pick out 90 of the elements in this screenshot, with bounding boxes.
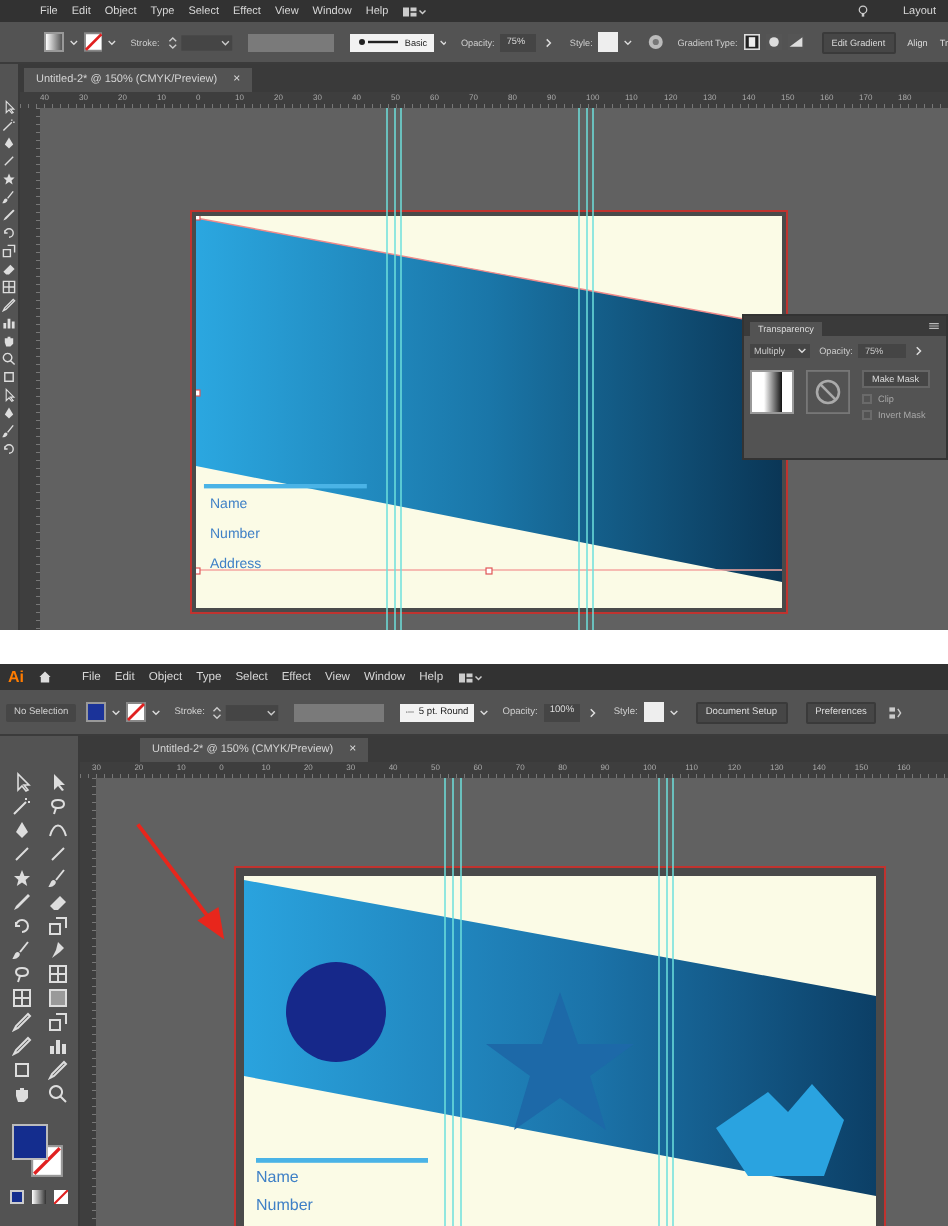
workspace-switcher-icon[interactable] [457, 671, 484, 683]
caret-icon[interactable] [669, 709, 678, 715]
brush-icon[interactable] [47, 868, 67, 888]
brush-icon[interactable] [2, 190, 16, 204]
stroke-weight-field[interactable] [210, 703, 281, 721]
line-icon[interactable] [2, 154, 16, 168]
card-text: Name [256, 1168, 301, 1188]
caret-icon[interactable] [439, 39, 447, 45]
hand-icon[interactable] [11, 1084, 31, 1104]
caret-icon[interactable] [108, 39, 117, 45]
rotate-icon[interactable] [11, 916, 31, 936]
line-icon[interactable] [47, 844, 67, 864]
rotate-icon[interactable] [2, 226, 16, 240]
style-swatch[interactable] [598, 32, 619, 52]
search-icon[interactable] [2, 352, 16, 366]
anchor-point[interactable] [196, 567, 201, 575]
stroke-profile-icon [356, 38, 401, 46]
circle-shape [286, 962, 386, 1062]
variable-width-field[interactable] [247, 33, 335, 51]
wand-icon[interactable] [2, 118, 16, 132]
stroke-swatch[interactable] [83, 32, 103, 52]
none-mode-icon[interactable] [54, 1190, 68, 1204]
pen-icon[interactable] [2, 136, 16, 150]
pointer-icon[interactable] [2, 100, 16, 114]
rotate-icon[interactable] [2, 442, 16, 456]
card-text: Number [256, 1196, 313, 1216]
fill-swatch[interactable] [12, 1124, 48, 1160]
variable-width-field[interactable] [294, 703, 385, 721]
scale-icon[interactable] [2, 244, 16, 258]
linear-gradient-icon[interactable] [743, 34, 760, 50]
pen-icon[interactable] [11, 820, 31, 840]
search-icon[interactable] [47, 1084, 67, 1104]
grid-icon[interactable] [47, 964, 67, 984]
caret-icon[interactable] [112, 709, 121, 715]
square-icon[interactable] [11, 1060, 31, 1080]
stroke-swatch[interactable] [126, 702, 147, 722]
chevron-icon[interactable] [916, 346, 923, 356]
hand-icon[interactable] [2, 334, 16, 348]
wand-icon[interactable] [11, 796, 31, 816]
pointer-icon[interactable] [11, 772, 31, 792]
menu-icon[interactable] [928, 322, 940, 330]
freeform-gradient-icon[interactable] [787, 34, 804, 50]
anchor-point[interactable] [485, 567, 493, 575]
object-thumbnail [750, 370, 794, 414]
stroke-profile-icon [406, 708, 415, 716]
pencil-icon[interactable] [11, 892, 31, 912]
chart-icon[interactable] [2, 316, 16, 330]
lightbulb-icon[interactable] [858, 4, 869, 18]
caret-icon[interactable] [69, 39, 78, 45]
brush-icon[interactable] [11, 940, 31, 960]
pen-icon[interactable] [2, 406, 16, 420]
caret-icon[interactable] [152, 709, 161, 715]
panel-toggle-icon[interactable] [888, 705, 903, 719]
lasso-icon[interactable] [11, 964, 31, 984]
gradient-mode-icon[interactable] [32, 1190, 46, 1204]
caret-icon[interactable] [624, 39, 632, 45]
lasso-icon[interactable] [47, 796, 67, 816]
no-mask-icon [806, 370, 850, 414]
scale-icon[interactable] [47, 1012, 67, 1032]
pointer-icon[interactable] [2, 388, 16, 402]
scale-icon[interactable] [47, 916, 67, 936]
star-icon[interactable] [11, 868, 31, 888]
anchor-point[interactable] [196, 389, 201, 397]
chevron-icon[interactable] [545, 37, 552, 47]
grid-icon[interactable] [2, 280, 16, 294]
workspace-switcher-icon[interactable] [402, 5, 429, 17]
gradient-icon[interactable] [47, 988, 67, 1008]
fill-swatch[interactable] [44, 32, 64, 52]
grid-icon[interactable] [11, 988, 31, 1008]
app-logo: Ai [8, 668, 24, 686]
stroke-weight-field[interactable] [165, 33, 234, 51]
style-swatch[interactable] [643, 702, 664, 722]
eraser-icon[interactable] [2, 262, 16, 276]
chevron-icon[interactable] [589, 707, 596, 717]
eraser-icon[interactable] [47, 892, 67, 912]
pencil-icon[interactable] [2, 208, 16, 222]
caret-icon[interactable] [480, 709, 489, 715]
line-icon[interactable] [11, 844, 31, 864]
star-icon[interactable] [2, 172, 16, 186]
curve-icon[interactable] [47, 820, 67, 840]
color-mode-icon[interactable] [10, 1190, 24, 1204]
caret-icon[interactable] [797, 348, 806, 354]
home-icon[interactable] [38, 670, 52, 684]
radial-gradient-icon[interactable] [765, 34, 782, 50]
brush-icon[interactable] [2, 424, 16, 438]
eyedropper-icon[interactable] [2, 298, 16, 312]
fill-swatch[interactable] [86, 702, 107, 722]
square-icon[interactable] [2, 370, 16, 384]
chart-icon[interactable] [47, 1036, 67, 1056]
color-wheel-icon[interactable] [647, 34, 664, 50]
